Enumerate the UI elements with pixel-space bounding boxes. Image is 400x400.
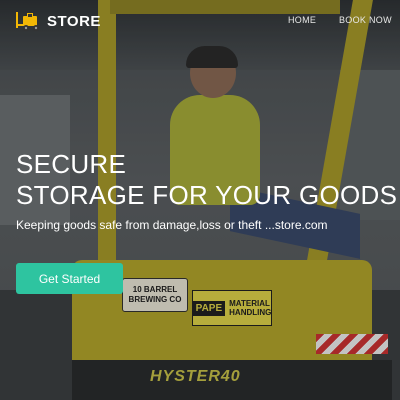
- get-started-button[interactable]: Get Started: [16, 263, 123, 294]
- top-navbar: STORE HOME BOOK NOW: [0, 0, 400, 44]
- nav-link-home[interactable]: HOME: [288, 15, 316, 25]
- brand-link[interactable]: STORE: [15, 10, 101, 32]
- forklift-icon: [16, 12, 39, 31]
- hero-title-line1: SECURE: [16, 149, 127, 179]
- hero-title-line2: STORAGE FOR YOUR GOODS: [16, 180, 398, 210]
- brand-name: STORE: [47, 12, 101, 30]
- nav-link-book-now[interactable]: BOOK NOW: [339, 15, 392, 25]
- hero-tagline: Keeping goods safe from damage,loss or t…: [16, 218, 328, 232]
